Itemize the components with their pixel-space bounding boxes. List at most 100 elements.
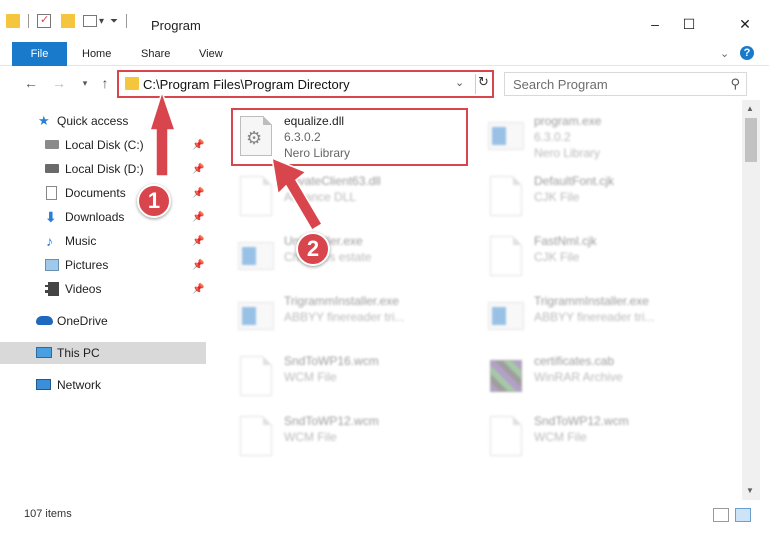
file-name: program.exe — [534, 114, 602, 128]
document-file-icon — [486, 236, 526, 276]
quick-access-toolbar: ✓ ▾ ⏷ — [6, 12, 128, 30]
file-item[interactable]: certificates.cab WinRAR Archive — [486, 350, 726, 404]
properties-icon[interactable]: ✓ — [37, 14, 51, 28]
file-item[interactable]: TrigrammInstaller.exe ABBYY finereader t… — [236, 290, 476, 344]
file-item[interactable]: DefaultFont.cjk CJK File — [486, 170, 726, 224]
pin-icon[interactable]: 📌 — [192, 260, 204, 271]
ribbon-collapse-icon[interactable]: ⌄ — [720, 42, 729, 66]
file-item[interactable]: SndToWP16.wcm WCM File — [236, 350, 476, 404]
drive-icon — [45, 164, 59, 173]
forward-arrow-icon[interactable]: → — [50, 74, 68, 92]
exe-file-icon — [486, 116, 526, 156]
sidebar-item-videos[interactable]: Videos 📌 — [0, 278, 206, 300]
navigation-pane: ★ Quick access Local Disk (C:) 📌 Local D… — [0, 108, 206, 500]
step-badge-2: 2 — [296, 232, 330, 266]
file-description: WCM File — [284, 370, 337, 384]
tab-view[interactable]: View — [199, 42, 223, 66]
file-item[interactable]: TrigrammInstaller.exe ABBYY finereader t… — [486, 290, 726, 344]
sidebar-item-label: Music — [65, 234, 97, 248]
pin-icon[interactable]: 📌 — [192, 188, 204, 199]
vertical-scrollbar[interactable]: ▲ ▼ — [742, 100, 760, 500]
archive-file-icon — [486, 356, 526, 396]
pin-icon[interactable]: 📌 — [192, 212, 204, 223]
dll-file-icon — [236, 176, 276, 216]
sidebar-item-this-pc[interactable]: This PC — [0, 342, 206, 364]
sidebar-item-music[interactable]: ♪ Music 📌 — [0, 230, 206, 252]
folder-icon[interactable] — [6, 14, 20, 28]
step-badge-1: 1 — [137, 184, 171, 218]
sidebar-item-label: Documents — [65, 186, 126, 200]
details-view-icon[interactable] — [713, 508, 729, 522]
window-title: Program — [151, 18, 201, 33]
address-dropdown-icon[interactable]: ⌄ — [455, 76, 464, 89]
file-description: WCM File — [534, 430, 587, 444]
file-name: SndToWP16.wcm — [284, 354, 379, 368]
search-icon[interactable]: ⚲ — [730, 76, 740, 92]
sidebar-item-documents[interactable]: Documents 📌 — [0, 182, 206, 204]
separator — [126, 14, 128, 28]
scroll-up-icon[interactable]: ▲ — [746, 104, 754, 113]
chevron-down-icon[interactable]: ▾ — [99, 16, 104, 27]
sidebar-item-label: Quick access — [57, 114, 129, 128]
file-item[interactable]: program.exe 6.3.0.2 Nero Library — [486, 110, 726, 164]
pin-icon[interactable]: 📌 — [192, 284, 204, 295]
close-button[interactable]: ✕ — [722, 10, 768, 38]
file-name: SndToWP12.wcm — [534, 414, 629, 428]
file-description: Advance DLL — [284, 190, 357, 204]
file-description: CJK File — [534, 250, 580, 264]
title-bar: ✓ ▾ ⏷ Program – ☐ ✕ — [0, 0, 769, 38]
sidebar-item-quick-access[interactable]: ★ Quick access — [0, 110, 206, 132]
scroll-thumb[interactable] — [745, 118, 757, 162]
ribbon: File Home Share View ⌄ ? — [0, 42, 769, 96]
sidebar-item-pictures[interactable]: Pictures 📌 — [0, 254, 206, 276]
exe-file-icon — [236, 296, 276, 336]
address-path[interactable]: C:\Program Files\Program Directory — [143, 77, 350, 92]
file-item[interactable]: PrivateClient63.dll Advance DLL — [236, 170, 476, 224]
search-input[interactable]: Search Program — [513, 77, 608, 92]
up-arrow-icon[interactable]: ↑ — [96, 74, 114, 92]
tab-share[interactable]: Share — [141, 42, 170, 66]
refresh-icon[interactable]: ↻ — [475, 74, 491, 94]
file-description: WCM File — [284, 430, 337, 444]
new-folder-icon[interactable] — [61, 14, 75, 28]
sidebar-item-local-disk-d[interactable]: Local Disk (D:) 📌 — [0, 158, 206, 180]
file-name: certificates.cab — [534, 354, 615, 368]
file-description: ABBYY finereader tri... — [534, 310, 655, 324]
tab-home[interactable]: Home — [82, 42, 111, 66]
sidebar-item-downloads[interactable]: ⬇ Downloads 📌 — [0, 206, 206, 228]
folder-icon — [125, 77, 139, 90]
file-name: FastNml.cjk — [534, 234, 597, 248]
file-description: Nero Library — [534, 146, 601, 160]
file-item[interactable]: SndToWP12.wcm WCM File — [486, 410, 726, 464]
customize-icon[interactable]: ⏷ — [110, 16, 118, 27]
search-box[interactable]: Search Program ⚲ — [504, 72, 747, 96]
sidebar-item-label: Pictures — [65, 258, 109, 272]
file-description: CJK File — [534, 190, 580, 204]
maximize-button[interactable]: ☐ — [666, 10, 712, 38]
documents-icon — [46, 186, 57, 200]
pin-icon[interactable]: 📌 — [192, 164, 204, 175]
status-bar: 107 items — [0, 504, 769, 526]
file-name: SndToWP12.wcm — [284, 414, 379, 428]
pin-icon[interactable]: 📌 — [192, 236, 204, 247]
recent-locations-icon[interactable]: ▾ — [76, 74, 94, 92]
sidebar-item-local-disk-c[interactable]: Local Disk (C:) 📌 — [0, 134, 206, 156]
file-description: WinRAR Archive — [534, 370, 623, 384]
sidebar-item-network[interactable]: Network — [0, 374, 206, 396]
file-item[interactable]: SndToWP12.wcm WCM File — [236, 410, 476, 464]
file-name: PrivateClient63.dll — [284, 174, 381, 188]
help-icon[interactable]: ? — [740, 46, 754, 60]
pin-icon[interactable]: 📌 — [192, 140, 204, 151]
file-name: DefaultFont.cjk — [534, 174, 615, 188]
file-item[interactable]: Uninstaller.exe Chadates estate — [236, 230, 476, 284]
sidebar-item-label: Local Disk (C:) — [65, 138, 144, 152]
large-icons-view-icon[interactable] — [735, 508, 751, 522]
address-bar[interactable]: C:\Program Files\Program Directory ⌄ ↻ — [117, 70, 494, 98]
file-item[interactable]: FastNml.cjk CJK File — [486, 230, 726, 284]
scroll-down-icon[interactable]: ▼ — [746, 486, 754, 495]
item-count: 107 items — [24, 508, 72, 520]
file-name: TrigrammInstaller.exe — [284, 294, 399, 308]
view-icon[interactable] — [83, 15, 97, 27]
sidebar-item-onedrive[interactable]: OneDrive — [0, 310, 206, 332]
back-arrow-icon[interactable]: ← — [22, 74, 40, 92]
